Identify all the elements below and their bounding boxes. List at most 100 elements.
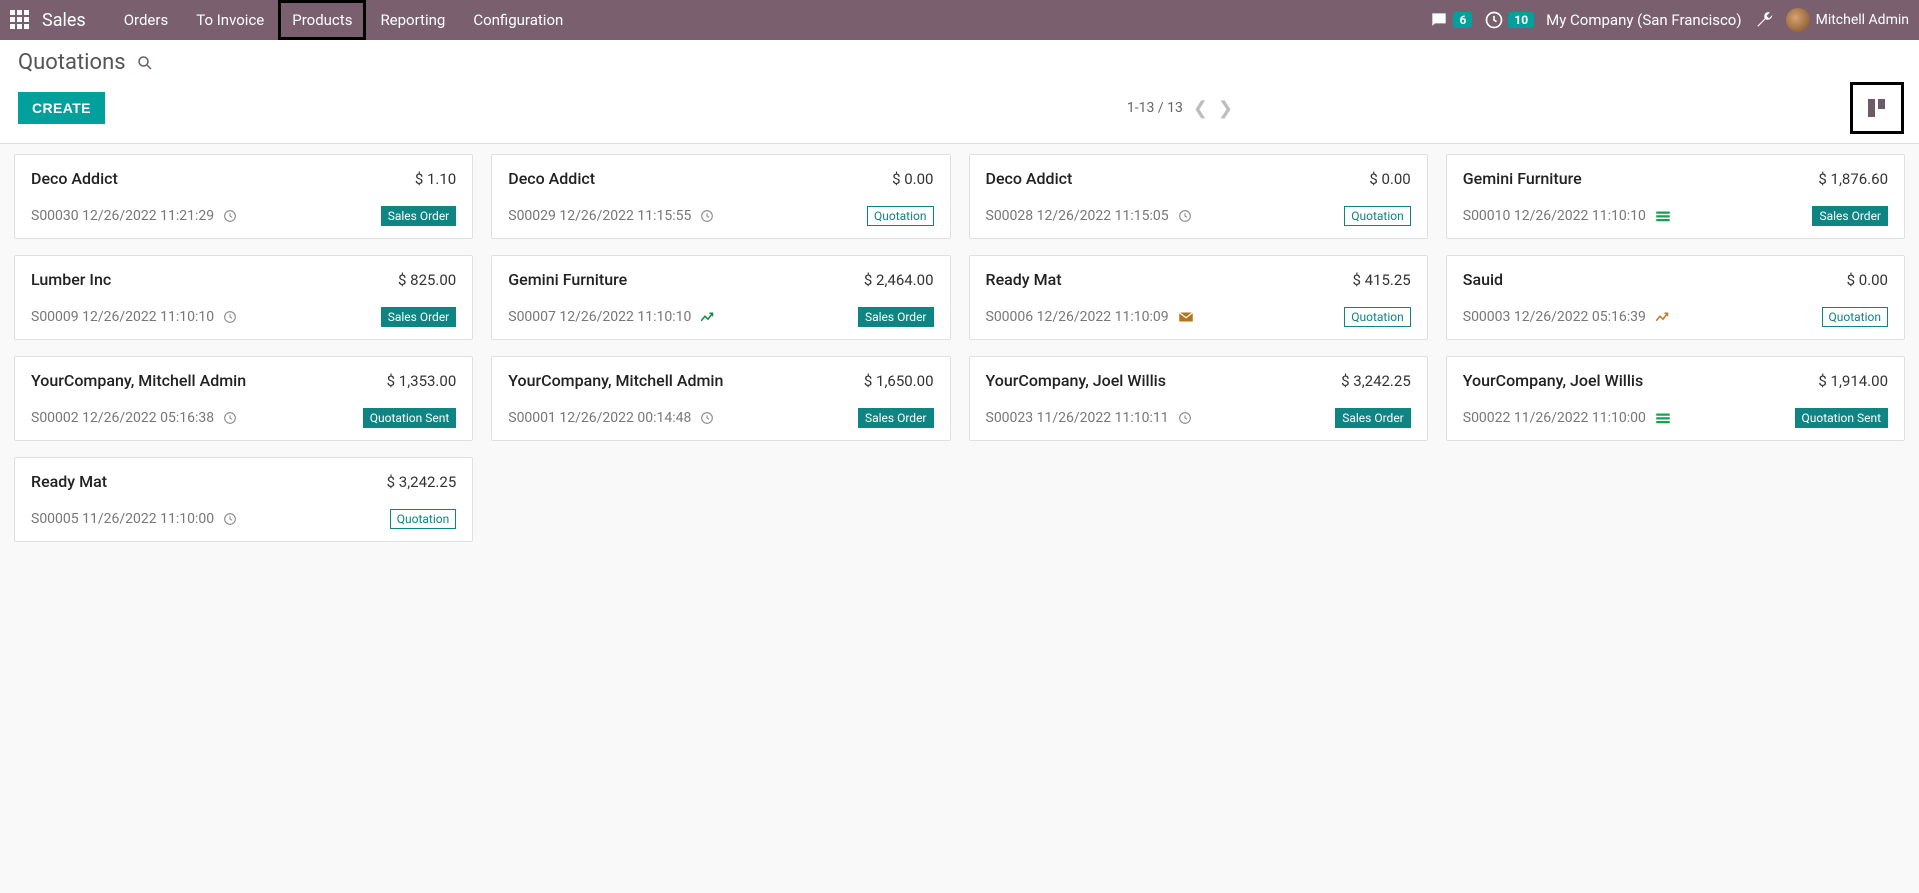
line-chart-icon <box>699 308 717 326</box>
activities-button[interactable]: 10 <box>1484 10 1534 30</box>
card-amount: $ 415.25 <box>1352 271 1410 289</box>
card-title: Deco Addict <box>31 169 118 188</box>
card-reference: S00029 12/26/2022 11:15:55 <box>508 208 691 224</box>
card-status-badge: Sales Order <box>1812 206 1888 226</box>
create-button[interactable]: CREATE <box>18 92 105 124</box>
apps-icon[interactable] <box>10 10 30 30</box>
nav-orders[interactable]: Orders <box>110 0 183 40</box>
quotation-card[interactable]: YourCompany, Mitchell Admin $ 1,353.00 S… <box>14 356 473 441</box>
quotation-card[interactable]: Lumber Inc $ 825.00 S00009 12/26/2022 11… <box>14 255 473 340</box>
quotation-card[interactable]: YourCompany, Mitchell Admin $ 1,650.00 S… <box>491 356 950 441</box>
clock-icon <box>222 410 238 426</box>
quotation-card[interactable]: Ready Mat $ 3,242.25 S00005 11/26/2022 1… <box>14 457 473 542</box>
clock-icon <box>699 410 715 426</box>
card-reference: S00028 12/26/2022 11:15:05 <box>986 208 1169 224</box>
card-amount: $ 3,242.25 <box>1341 372 1411 390</box>
nav-products[interactable]: Products <box>278 0 366 40</box>
kanban-icon <box>1865 96 1889 120</box>
card-amount: $ 0.00 <box>1369 170 1410 188</box>
card-status-badge: Sales Order <box>858 307 934 327</box>
card-reference: S00003 12/26/2022 05:16:39 <box>1463 309 1646 325</box>
card-title: Ready Mat <box>986 270 1062 289</box>
card-amount: $ 825.00 <box>398 271 456 289</box>
card-title: Deco Addict <box>986 169 1073 188</box>
page-title: Quotations <box>18 50 126 75</box>
quotation-card[interactable]: YourCompany, Joel Willis $ 1,914.00 S000… <box>1446 356 1905 441</box>
avatar-icon <box>1786 8 1810 32</box>
card-status-badge: Quotation <box>867 206 933 226</box>
bars-icon <box>1654 409 1672 427</box>
quotation-card[interactable]: Deco Addict $ 0.00 S00029 12/26/2022 11:… <box>491 154 950 239</box>
card-status-badge: Quotation Sent <box>363 408 457 428</box>
card-status-badge: Quotation Sent <box>1795 408 1889 428</box>
pager-text: 1-13 / 13 <box>1127 100 1183 116</box>
bars-icon <box>1654 207 1672 225</box>
navbar-right: 6 10 My Company (San Francisco) Mitchell… <box>1429 8 1909 32</box>
clock-icon <box>1177 208 1193 224</box>
quotation-card[interactable]: Ready Mat $ 415.25 S00006 12/26/2022 11:… <box>969 255 1428 340</box>
nav-to-invoice[interactable]: To Invoice <box>182 0 278 40</box>
clock-count: 10 <box>1508 12 1534 28</box>
line-chart-icon <box>1654 308 1672 326</box>
card-title: YourCompany, Joel Willis <box>986 371 1167 390</box>
pager: 1-13 / 13 ❮ ❯ <box>1127 98 1233 119</box>
quotation-card[interactable]: Gemini Furniture $ 2,464.00 S00007 12/26… <box>491 255 950 340</box>
card-title: Lumber Inc <box>31 270 111 289</box>
card-amount: $ 1.10 <box>415 170 456 188</box>
card-amount: $ 1,876.60 <box>1818 170 1888 188</box>
quotation-card[interactable]: Sauid $ 0.00 S00003 12/26/2022 05:16:39 … <box>1446 255 1905 340</box>
company-selector[interactable]: My Company (San Francisco) <box>1546 11 1741 29</box>
nav-configuration[interactable]: Configuration <box>459 0 577 40</box>
clock-icon <box>1484 10 1504 30</box>
clock-icon <box>222 208 238 224</box>
quotation-card[interactable]: YourCompany, Joel Willis $ 3,242.25 S000… <box>969 356 1428 441</box>
card-title: Ready Mat <box>31 472 107 491</box>
card-reference: S00006 12/26/2022 11:10:09 <box>986 309 1169 325</box>
pager-next[interactable]: ❯ <box>1218 98 1233 119</box>
card-reference: S00010 12/26/2022 11:10:10 <box>1463 208 1646 224</box>
control-row: CREATE 1-13 / 13 ❮ ❯ <box>0 75 1919 144</box>
app-brand[interactable]: Sales <box>42 10 86 31</box>
card-title: Sauid <box>1463 270 1503 289</box>
card-status-badge: Sales Order <box>1335 408 1411 428</box>
card-status-badge: Sales Order <box>381 307 457 327</box>
card-reference: S00009 12/26/2022 11:10:10 <box>31 309 214 325</box>
navbar: Sales Orders To Invoice Products Reporti… <box>0 0 1919 40</box>
card-status-badge: Quotation <box>390 509 456 529</box>
card-amount: $ 2,464.00 <box>864 271 934 289</box>
card-amount: $ 1,353.00 <box>387 372 457 390</box>
card-status-badge: Quotation <box>1344 307 1410 327</box>
clock-icon <box>1177 410 1193 426</box>
card-title: Gemini Furniture <box>508 270 627 289</box>
chat-count: 6 <box>1453 12 1472 28</box>
breadcrumb-row: Quotations <box>0 40 1919 75</box>
kanban-view-button[interactable] <box>1853 85 1901 131</box>
card-status-badge: Sales Order <box>858 408 934 428</box>
card-amount: $ 0.00 <box>1847 271 1888 289</box>
nav-reporting[interactable]: Reporting <box>366 0 459 40</box>
clock-icon <box>222 511 238 527</box>
clock-icon <box>699 208 715 224</box>
card-reference: S00023 11/26/2022 11:10:11 <box>986 410 1169 426</box>
quotation-card[interactable]: Gemini Furniture $ 1,876.60 S00010 12/26… <box>1446 154 1905 239</box>
pager-prev[interactable]: ❮ <box>1193 98 1208 119</box>
search-icon[interactable] <box>136 54 154 72</box>
card-title: YourCompany, Mitchell Admin <box>31 371 246 390</box>
quotation-card[interactable]: Deco Addict $ 0.00 S00028 12/26/2022 11:… <box>969 154 1428 239</box>
card-reference: S00002 12/26/2022 05:16:38 <box>31 410 214 426</box>
mail-icon <box>1177 308 1195 326</box>
quotation-card[interactable]: Deco Addict $ 1.10 S00030 12/26/2022 11:… <box>14 154 473 239</box>
card-amount: $ 1,650.00 <box>864 372 934 390</box>
chat-icon <box>1429 10 1449 30</box>
user-menu[interactable]: Mitchell Admin <box>1786 8 1909 32</box>
card-status-badge: Sales Order <box>381 206 457 226</box>
card-amount: $ 3,242.25 <box>387 473 457 491</box>
card-amount: $ 0.00 <box>892 170 933 188</box>
card-title: YourCompany, Joel Willis <box>1463 371 1644 390</box>
wrench-icon[interactable] <box>1754 10 1774 30</box>
clock-icon <box>222 309 238 325</box>
card-title: YourCompany, Mitchell Admin <box>508 371 723 390</box>
card-reference: S00030 12/26/2022 11:21:29 <box>31 208 214 224</box>
conversations-button[interactable]: 6 <box>1429 10 1472 30</box>
kanban-area: Deco Addict $ 1.10 S00030 12/26/2022 11:… <box>0 144 1919 893</box>
